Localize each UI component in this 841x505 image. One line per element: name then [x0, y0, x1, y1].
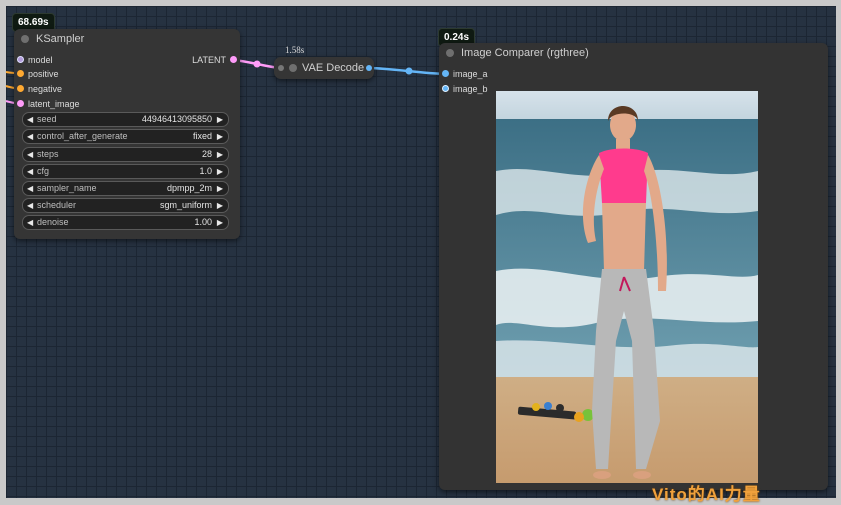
- widget-steps[interactable]: ◀ steps 28 ▶: [22, 147, 229, 162]
- widget-scheduler-value: sgm_uniform: [159, 200, 212, 210]
- image-pin-icon[interactable]: [442, 70, 449, 77]
- input-label-latent-image: latent_image: [28, 99, 80, 109]
- model-pin-icon[interactable]: [17, 56, 24, 63]
- decrement-arrow-icon[interactable]: ◀: [27, 165, 33, 178]
- increment-arrow-icon[interactable]: ▶: [217, 148, 223, 161]
- widget-scheduler[interactable]: ◀ scheduler sgm_uniform ▶: [22, 198, 229, 213]
- input-label-positive: positive: [28, 69, 59, 79]
- ksampler-node[interactable]: KSampler model positive negative latent_…: [14, 29, 240, 239]
- input-label-image-a: image_a: [453, 69, 488, 79]
- latent-pin-icon[interactable]: [17, 100, 24, 107]
- ksampler-title-bar[interactable]: KSampler: [14, 29, 240, 49]
- decrement-arrow-icon[interactable]: ◀: [27, 182, 33, 195]
- increment-arrow-icon[interactable]: ▶: [217, 182, 223, 195]
- collapse-dot-icon[interactable]: [21, 35, 29, 43]
- image-output-pin-icon[interactable]: [366, 65, 372, 71]
- input-label-model: model: [28, 55, 53, 65]
- widget-control-after-generate[interactable]: ◀ control_after_generate fixed ▶: [22, 129, 229, 144]
- decrement-arrow-icon[interactable]: ◀: [27, 130, 33, 143]
- collapse-dot-icon[interactable]: [289, 64, 297, 72]
- increment-arrow-icon[interactable]: ▶: [217, 130, 223, 143]
- image-comparer-title: Image Comparer (rgthree): [461, 47, 589, 59]
- widget-control-label: control_after_generate: [37, 131, 128, 141]
- decrement-arrow-icon[interactable]: ◀: [27, 216, 33, 229]
- widget-cfg-label: cfg: [37, 166, 50, 176]
- comparison-image[interactable]: [496, 91, 758, 483]
- input-label-image-b: image_b: [453, 84, 488, 94]
- widget-steps-value: 28: [201, 149, 212, 159]
- increment-arrow-icon[interactable]: ▶: [217, 113, 223, 126]
- increment-arrow-icon[interactable]: ▶: [217, 216, 223, 229]
- widget-cfg-value: 1.0: [199, 166, 212, 176]
- conditioning-pin-icon[interactable]: [17, 85, 24, 92]
- beach-photo: [496, 91, 758, 483]
- vae-decode-title: VAE Decode: [302, 62, 365, 74]
- widget-seed-label: seed: [37, 114, 57, 124]
- widget-sampler-label: sampler_name: [37, 183, 97, 193]
- image-comparer-title-bar[interactable]: Image Comparer (rgthree): [439, 43, 828, 63]
- widget-scheduler-label: scheduler: [37, 200, 77, 210]
- output-slot-latent[interactable]: LATENT: [160, 53, 240, 67]
- latent-input-pin-icon[interactable]: [278, 65, 284, 71]
- collapse-dot-icon[interactable]: [446, 49, 454, 57]
- widget-seed-value: 44946413095850: [141, 114, 212, 124]
- decrement-arrow-icon[interactable]: ◀: [27, 199, 33, 212]
- latent-pin-icon[interactable]: [230, 56, 237, 63]
- ksampler-title: KSampler: [36, 33, 85, 45]
- widget-denoise-value: 1.00: [194, 217, 212, 227]
- widget-seed[interactable]: ◀ seed 44946413095850 ▶: [22, 112, 229, 127]
- widget-denoise-label: denoise: [37, 217, 69, 227]
- input-label-negative: negative: [28, 84, 63, 94]
- watermark-text: Vito的AI力量: [652, 485, 761, 504]
- widget-cfg[interactable]: ◀ cfg 1.0 ▶: [22, 164, 229, 179]
- decrement-arrow-icon[interactable]: ◀: [27, 148, 33, 161]
- widget-sampler-value: dpmpp_2m: [166, 183, 212, 193]
- vae-decode-node[interactable]: VAE Decode: [274, 57, 374, 79]
- vae-decode-time: 1.58s: [285, 45, 305, 55]
- widget-control-value: fixed: [192, 131, 212, 141]
- widget-sampler-name[interactable]: ◀ sampler_name dpmpp_2m ▶: [22, 181, 229, 196]
- decrement-arrow-icon[interactable]: ◀: [27, 113, 33, 126]
- conditioning-pin-icon[interactable]: [17, 70, 24, 77]
- increment-arrow-icon[interactable]: ▶: [217, 199, 223, 212]
- widget-steps-label: steps: [37, 149, 59, 159]
- output-label-latent: LATENT: [192, 55, 226, 65]
- image-pin-icon[interactable]: [442, 85, 449, 92]
- widget-denoise[interactable]: ◀ denoise 1.00 ▶: [22, 215, 229, 230]
- increment-arrow-icon[interactable]: ▶: [217, 165, 223, 178]
